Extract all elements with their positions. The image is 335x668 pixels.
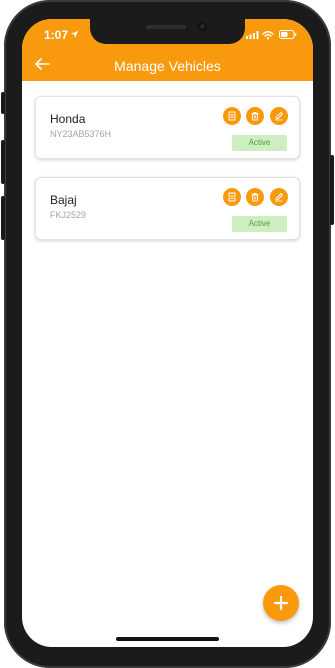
trash-icon	[251, 112, 259, 121]
delete-button[interactable]	[246, 188, 264, 206]
phone-screen: 1:07 Manage Vehicles Honda NY23AB5376H A…	[22, 19, 313, 647]
phone-side-button-power	[330, 155, 334, 225]
page-title: Manage Vehicles	[114, 58, 221, 74]
app-header: 1:07 Manage Vehicles	[22, 19, 313, 81]
home-indicator	[116, 637, 219, 641]
edit-icon	[275, 193, 283, 202]
phone-side-button-mute	[1, 92, 5, 114]
speaker-grille	[146, 25, 186, 29]
vehicle-plate: NY23AB5376H	[50, 129, 112, 139]
signal-icon	[246, 31, 259, 39]
vehicle-card[interactable]: Bajaj FKJ2529 Active	[35, 177, 300, 240]
document-icon	[228, 111, 236, 121]
vehicle-plate: FKJ2529	[50, 210, 87, 220]
vehicle-name: Bajaj	[50, 193, 77, 207]
edit-button[interactable]	[270, 188, 288, 206]
phone-side-button-volume-up	[1, 140, 5, 184]
document-button[interactable]	[223, 188, 241, 206]
edit-button[interactable]	[270, 107, 288, 125]
phone-notch	[90, 19, 245, 44]
document-button[interactable]	[223, 107, 241, 125]
edit-icon	[275, 112, 283, 121]
phone-side-button-volume-down	[1, 196, 5, 240]
battery-icon	[279, 30, 297, 39]
trash-icon	[251, 193, 259, 202]
location-arrow-icon	[70, 30, 79, 39]
status-badge: Active	[232, 135, 287, 151]
wifi-icon	[262, 31, 274, 40]
front-camera	[198, 22, 207, 31]
plus-icon	[273, 595, 289, 611]
vehicle-card[interactable]: Honda NY23AB5376H Active	[35, 96, 300, 159]
delete-button[interactable]	[246, 107, 264, 125]
status-time: 1:07	[44, 28, 69, 42]
vehicle-name: Honda	[50, 112, 86, 126]
status-badge: Active	[232, 216, 287, 232]
document-icon	[228, 192, 236, 202]
add-vehicle-button[interactable]	[263, 585, 299, 621]
